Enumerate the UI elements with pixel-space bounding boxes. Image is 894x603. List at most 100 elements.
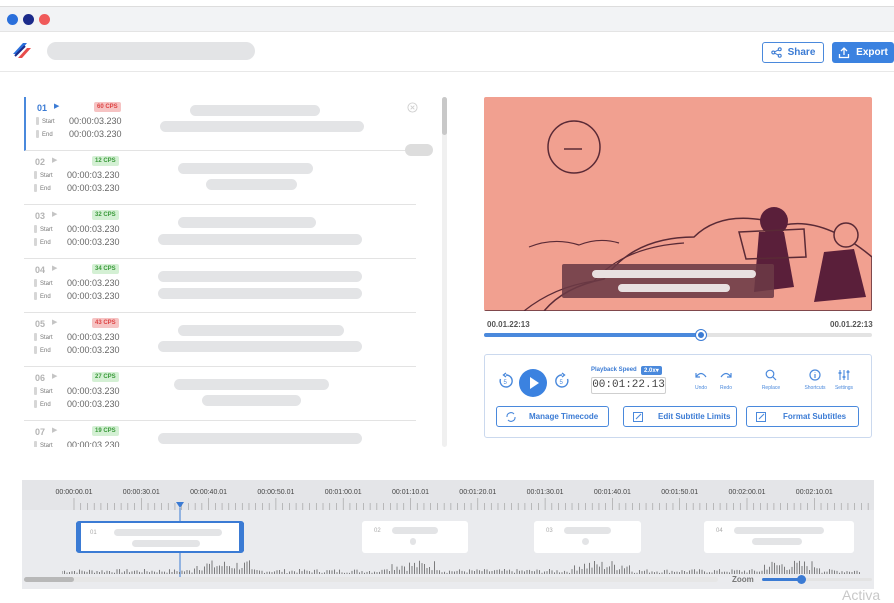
start-marker-icon <box>34 171 37 179</box>
playback-progress[interactable] <box>484 330 872 340</box>
timeline-tick-label: 00:00:30.01 <box>122 489 160 496</box>
playback-speed-select[interactable]: 2.0x▾ <box>641 366 662 375</box>
subtitle-text-placeholder[interactable] <box>158 234 362 245</box>
edit-subtitle-limits-button[interactable]: Edit Subtitle Limits <box>623 406 737 427</box>
start-time[interactable]: 00:00:03.230 <box>67 224 120 234</box>
subtitle-list-scrollbar[interactable] <box>442 97 447 447</box>
subtitle-row[interactable]: 01 ▶ 60 CPS Start 00:00:03.230 End 00:00:03.23… <box>24 97 416 151</box>
zoom-slider-knob[interactable] <box>796 575 806 584</box>
start-time[interactable]: 00:00:03.230 <box>67 440 120 447</box>
subtitle-text-placeholder[interactable] <box>206 179 297 190</box>
subtitle-text-placeholder[interactable] <box>174 379 329 390</box>
scrollbar-thumb[interactable] <box>442 97 447 135</box>
play-row-icon[interactable]: ▶ <box>52 156 57 164</box>
export-button[interactable]: Export <box>832 42 894 63</box>
play-button[interactable] <box>519 369 547 397</box>
start-time[interactable]: 00:00:03.230 <box>67 170 120 180</box>
zoom-slider[interactable] <box>762 575 872 584</box>
end-time[interactable]: 00:00:03.230 <box>67 291 120 301</box>
window-dot-navy[interactable] <box>23 14 34 25</box>
timeline[interactable]: 00:00:00.01 00:00:30.01 00:00:40.01 00:00:5… <box>22 480 874 589</box>
start-label: Start <box>40 173 53 179</box>
manage-timecode-button[interactable]: Manage Timecode <box>496 406 609 427</box>
edit-icon <box>633 411 643 422</box>
timeline-clip[interactable]: 04 <box>704 521 854 553</box>
subtitle-row[interactable]: 07▶19 CPSStart00:00:03.230End00:00:03.23… <box>24 421 416 447</box>
start-time[interactable]: 00:00:03.230 <box>67 386 120 396</box>
subtitle-text-placeholder[interactable] <box>158 288 362 299</box>
play-row-icon[interactable]: ▶ <box>52 372 57 380</box>
subtitle-number: 01 <box>37 103 48 113</box>
scrollbar-thumb[interactable] <box>24 577 74 582</box>
settings-sliders-icon[interactable] <box>837 368 851 382</box>
subtitle-text-placeholder[interactable] <box>202 395 301 406</box>
player-controls: 5 5 Playback Speed 2.0x▾ 00:01:22.13 Und… <box>484 354 872 438</box>
end-time[interactable]: 00:00:03.230 <box>67 399 120 409</box>
play-row-icon[interactable]: ▶ <box>52 264 57 272</box>
close-icon[interactable] <box>407 102 418 113</box>
undo-icon[interactable] <box>693 368 709 382</box>
current-time-field[interactable]: 00:01:22.13 <box>591 377 666 394</box>
subtitle-text-placeholder[interactable] <box>158 433 362 444</box>
app-logo-icon[interactable] <box>9 40 35 62</box>
play-row-icon[interactable]: ▶ <box>52 210 57 218</box>
timeline-ruler[interactable]: 00:00:00.01 00:00:30.01 00:00:40.01 00:00:5… <box>22 480 874 510</box>
end-time[interactable]: 00:00:03.230 <box>67 183 120 193</box>
clip-trim-handle-right[interactable] <box>239 523 244 551</box>
end-marker-icon <box>36 130 39 138</box>
subtitle-row[interactable]: 05 ▶ 43 CPS Start 00:00:03.230 End 00:00:03.23… <box>24 313 416 367</box>
subtitle-text-placeholder[interactable] <box>190 105 320 116</box>
timeline-tick-label: 00:00:40.01 <box>190 489 228 496</box>
editor-area: 01 ▶ 60 CPS Start 00:00:03.230 End 00:00:03.23… <box>0 73 894 478</box>
end-time[interactable]: 00:00:03.230 <box>67 237 120 247</box>
start-time[interactable]: 00:00:03.230 <box>67 278 120 288</box>
start-label: Start <box>40 335 53 341</box>
clip-text-placeholder <box>752 538 802 545</box>
subtitle-number: 06 <box>35 373 46 383</box>
format-subtitles-button[interactable]: Format Subtitles <box>746 406 859 427</box>
info-icon[interactable] <box>808 368 822 382</box>
timeline-horizontal-scrollbar[interactable] <box>24 577 718 582</box>
chevron-down-icon: ▾ <box>655 368 659 374</box>
share-button[interactable]: Share <box>762 42 824 63</box>
subtitle-row[interactable]: 02 ▶ 12 CPS Start 00:00:03.230 End 00:00:03.23… <box>24 151 416 205</box>
redo-icon[interactable] <box>718 368 734 382</box>
end-time[interactable]: 00:00:03.230 <box>67 345 120 355</box>
rewind-icon[interactable]: 5 <box>497 372 515 390</box>
play-row-icon[interactable]: ▶ <box>54 102 59 110</box>
subtitle-text-placeholder[interactable] <box>178 217 316 228</box>
subtitle-row[interactable]: 03 ▶ 32 CPS Start 00:00:03.230 End 00:00:03.23… <box>24 205 416 259</box>
timeline-clip[interactable]: 01 <box>76 521 244 553</box>
play-row-icon[interactable]: ▶ <box>52 318 57 326</box>
window-dot-red[interactable] <box>39 14 50 25</box>
forward-icon[interactable]: 5 <box>553 372 571 390</box>
cps-badge: 32 CPS <box>92 210 119 220</box>
start-time[interactable]: 00:00:03.230 <box>67 332 120 342</box>
subtitle-text-placeholder[interactable] <box>178 163 313 174</box>
end-time[interactable]: 00:00:03.230 <box>69 129 122 139</box>
search-icon[interactable] <box>764 368 778 382</box>
timeline-clip[interactable]: 03 <box>534 521 641 553</box>
progress-knob[interactable] <box>696 330 707 340</box>
play-row-icon[interactable]: ▶ <box>52 426 57 434</box>
window-dot-blue[interactable] <box>7 14 18 25</box>
subtitle-text-placeholder[interactable] <box>158 341 362 352</box>
subtitle-row[interactable]: 04 ▶ 34 CPS Start 00:00:03.230 End 00:00:03.23… <box>24 259 416 313</box>
subtitle-text-placeholder[interactable] <box>178 325 344 336</box>
playback-speed-label: Playback Speed <box>591 367 637 373</box>
row-tools[interactable] <box>405 144 433 156</box>
video-preview[interactable] <box>484 97 872 311</box>
redo-label: Redo <box>720 385 732 391</box>
cps-badge: 43 CPS <box>92 318 119 328</box>
start-label: Start <box>40 281 53 287</box>
start-marker-icon <box>34 387 37 395</box>
clip-trim-handle-left[interactable] <box>76 523 81 551</box>
subtitle-text-placeholder[interactable] <box>160 121 364 132</box>
app-header: Share Export <box>0 32 894 72</box>
subtitle-row[interactable]: 06 ▶ 27 CPS Start 00:00:03.230 End 00:00:03.23… <box>24 367 416 421</box>
subtitle-text-placeholder[interactable] <box>158 271 362 282</box>
zoom-label: Zoom <box>732 575 754 584</box>
timeline-clip[interactable]: 02 <box>362 521 468 553</box>
start-time[interactable]: 00:00:03.230 <box>69 116 122 126</box>
subtitle-list[interactable]: 01 ▶ 60 CPS Start 00:00:03.230 End 00:00:03.23… <box>24 97 438 447</box>
